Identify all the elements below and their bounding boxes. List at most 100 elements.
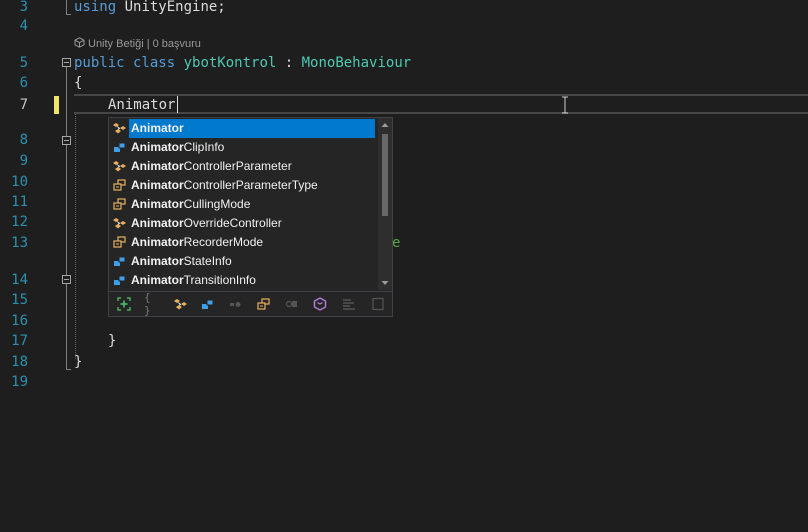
code-line-7: Animator xyxy=(108,97,176,113)
line-number: 14 xyxy=(11,272,28,288)
module-filter-icon[interactable] xyxy=(311,296,329,312)
completion-item[interactable]: AnimatorTransitionInfo xyxy=(109,271,376,290)
code-editor[interactable]: 3 4 5 6 7 8 9 10 11 12 13 14 15 16 17 18… xyxy=(0,0,808,532)
completion-item[interactable]: AnimatorCullingMode xyxy=(109,195,376,214)
completion-rest-text: TransitionInfo xyxy=(183,273,256,287)
completion-item[interactable]: AnimatorControllerParameter xyxy=(109,157,376,176)
completion-match-text: Animator xyxy=(131,273,184,287)
code-line-18: } xyxy=(74,354,83,370)
unity-icon xyxy=(74,37,85,48)
line-number: 12 xyxy=(11,214,28,230)
code-line-6: { xyxy=(74,75,83,91)
completion-item-label: AnimatorControllerParameterType xyxy=(131,176,318,195)
class-icon xyxy=(113,122,127,135)
collapse-toggle[interactable] xyxy=(62,275,71,284)
completion-item[interactable]: Animator xyxy=(113,119,375,138)
text-caret xyxy=(177,96,178,113)
collapse-toggle[interactable] xyxy=(62,136,71,145)
intellisense-popup[interactable]: Animator AnimatorClipInfo AnimatorControll… xyxy=(108,117,393,317)
codelens-references[interactable]: Unity Betiği | 0 başvuru xyxy=(74,37,201,51)
completion-item[interactable]: AnimatorRecorderMode xyxy=(109,233,376,252)
completion-rest-text: ClipInfo xyxy=(183,140,225,154)
completion-match-text: Animator xyxy=(131,235,184,249)
outline-guide xyxy=(66,369,71,370)
add-snippet-filter-icon[interactable] xyxy=(115,296,133,312)
line-number: 4 xyxy=(19,18,28,34)
outline-guide xyxy=(66,0,67,14)
line-number: 19 xyxy=(11,374,28,390)
completion-rest-text: StateInfo xyxy=(183,254,232,268)
line-number: 9 xyxy=(19,153,28,169)
struct-filter-icon[interactable] xyxy=(199,296,217,312)
current-line-highlight xyxy=(74,94,808,114)
completion-list[interactable]: Animator AnimatorClipInfo AnimatorControll… xyxy=(109,118,377,290)
enum-icon xyxy=(113,198,127,211)
completion-filter-bar: { } xyxy=(109,291,392,317)
completion-item[interactable]: AnimatorStateInfo xyxy=(109,252,376,271)
completion-item-label: AnimatorStateInfo xyxy=(131,252,232,271)
struct-icon xyxy=(113,141,127,154)
completion-item-label: AnimatorOverrideController xyxy=(131,214,282,233)
line-number: 18 xyxy=(11,354,28,370)
line-number: 3 xyxy=(19,0,28,15)
completion-match-text: Animator xyxy=(131,178,184,192)
completion-item[interactable]: AnimatorOverrideController xyxy=(109,214,376,233)
completion-match-text: Animator xyxy=(131,140,184,154)
change-marker xyxy=(54,96,59,114)
code-line-17: } xyxy=(108,333,117,349)
namespace-filter-icon[interactable]: { } xyxy=(144,291,162,317)
line-number: 11 xyxy=(11,194,28,210)
completion-rest-text: ControllerParameter xyxy=(183,159,292,173)
code-token: : xyxy=(276,55,302,71)
completion-match-text: Animator xyxy=(131,159,184,173)
outline-guide xyxy=(66,14,71,15)
enum-icon xyxy=(113,179,127,192)
class-name-token: ybotKontrol xyxy=(183,55,277,71)
completion-match-text: Animator xyxy=(131,197,184,211)
class-icon xyxy=(113,160,127,173)
scroll-up-arrow-icon[interactable] xyxy=(378,118,392,132)
enum-filter-icon[interactable] xyxy=(255,296,273,312)
keyword-filter-icon[interactable] xyxy=(340,296,358,312)
outline-guide xyxy=(66,285,67,349)
scroll-down-arrow-icon[interactable] xyxy=(378,276,392,290)
completion-item-label: AnimatorCullingMode xyxy=(131,195,250,214)
completion-rest-text: ControllerParameterType xyxy=(183,178,318,192)
completion-rest-text: OverrideController xyxy=(183,216,282,230)
completion-item-label: AnimatorControllerParameter xyxy=(131,157,292,176)
completion-item-label: AnimatorRecorderMode xyxy=(131,233,263,252)
line-number: 5 xyxy=(19,55,28,71)
line-number: 6 xyxy=(19,75,28,91)
collapse-toggle[interactable] xyxy=(62,58,71,67)
line-number: 13 xyxy=(11,235,28,251)
class-filter-icon[interactable] xyxy=(172,296,190,312)
code-line-13-partial: e xyxy=(392,235,401,251)
line-number: 16 xyxy=(11,313,28,329)
keyword-token: using xyxy=(74,0,117,15)
keyword-token: public xyxy=(74,55,125,71)
indent-guide xyxy=(75,114,76,359)
line-number-gutter: 3 4 5 6 7 8 9 10 11 12 13 14 15 16 17 18… xyxy=(0,0,40,532)
enum-icon xyxy=(113,236,127,249)
interface-filter-icon[interactable] xyxy=(283,296,301,312)
completion-item[interactable]: AnimatorClipInfo xyxy=(109,138,376,157)
ibeam-cursor-icon xyxy=(562,96,568,114)
struct-icon xyxy=(113,255,127,268)
class-icon xyxy=(113,217,127,230)
code-token: UnityEngine; xyxy=(116,0,226,15)
codelens-text[interactable]: Unity Betiği | 0 başvuru xyxy=(88,38,201,50)
scrollbar-thumb[interactable] xyxy=(382,134,388,216)
code-line-5: public class ybotKontrol : MonoBehaviour xyxy=(74,53,411,73)
delegate-filter-icon[interactable] xyxy=(227,296,245,312)
completion-match-text: Animator xyxy=(131,216,184,230)
line-number: 15 xyxy=(11,292,28,308)
completion-item-label: Animator xyxy=(131,119,184,138)
completion-rest-text: RecorderMode xyxy=(183,235,264,249)
completion-item[interactable]: AnimatorControllerParameterType xyxy=(109,176,376,195)
completion-match-text: Animator xyxy=(131,121,184,135)
completion-item-label: AnimatorTransitionInfo xyxy=(131,271,256,290)
snippet-filter-icon[interactable] xyxy=(369,296,387,312)
completion-rest-text: CullingMode xyxy=(183,197,251,211)
completion-scrollbar[interactable] xyxy=(378,118,392,290)
type-token: MonoBehaviour xyxy=(301,55,412,71)
